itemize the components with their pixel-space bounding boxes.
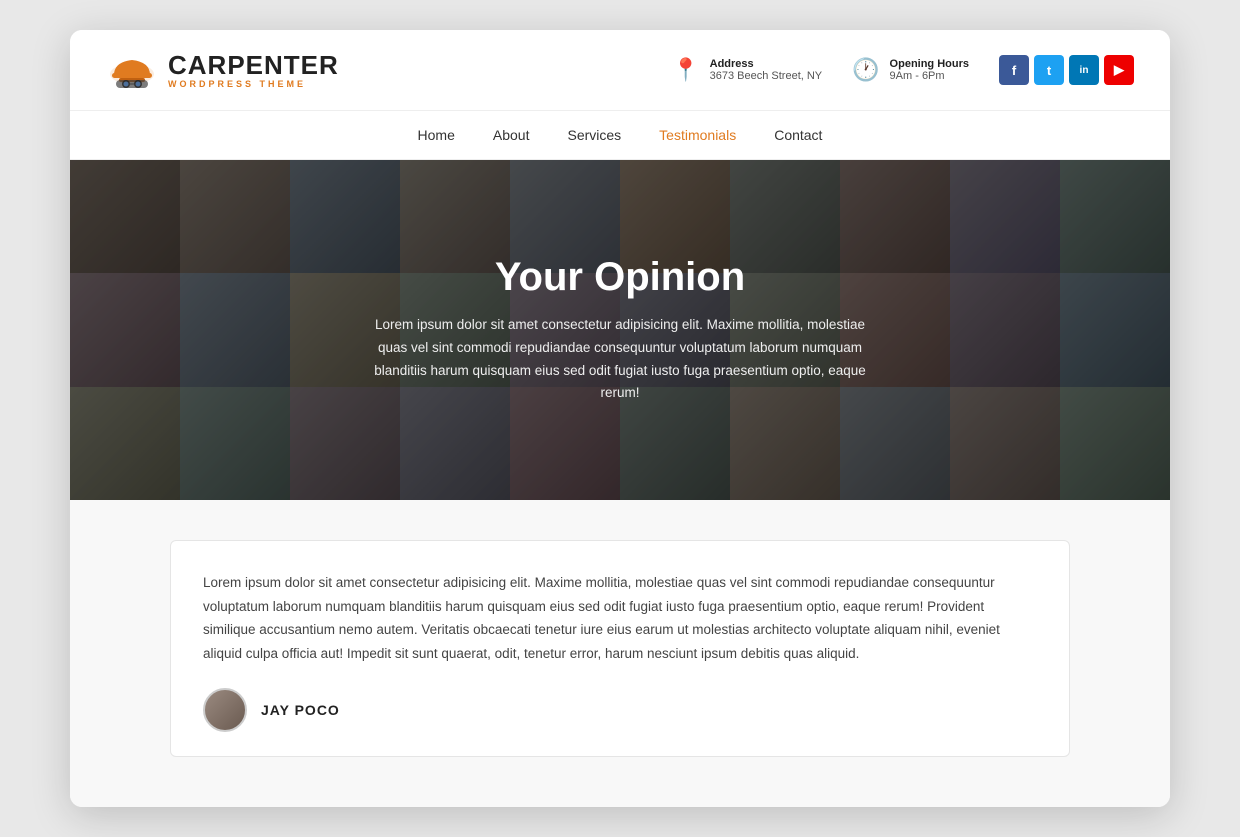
nav-testimonials[interactable]: Testimonials: [659, 127, 736, 143]
hero-section: Your Opinion Lorem ipsum dolor sit amet …: [70, 160, 1170, 500]
header-info: 📍 Address 3673 Beech Street, NY 🕐 Openin…: [672, 55, 1134, 85]
author-name: JAY POCO: [261, 702, 340, 718]
clock-icon: 🕐: [852, 57, 879, 83]
browser-window: CARPENTER WORDPRESS THEME 📍 Address 3673…: [70, 30, 1170, 807]
logo-text: CARPENTER WORDPRESS THEME: [168, 52, 339, 89]
hours-info: 🕐 Opening Hours 9Am - 6Pm: [852, 57, 969, 83]
linkedin-button[interactable]: in: [1069, 55, 1099, 85]
logo-icon: [106, 48, 158, 92]
hours-label: Opening Hours: [890, 58, 969, 70]
address-value: 3673 Beech Street, NY: [710, 70, 823, 82]
logo-name: CARPENTER: [168, 52, 339, 78]
nav-about[interactable]: About: [493, 127, 530, 143]
main-nav: Home About Services Testimonials Contact: [70, 111, 1170, 160]
facebook-button[interactable]: f: [999, 55, 1029, 85]
address-label: Address: [710, 58, 823, 70]
logo-tagline: WORDPRESS THEME: [168, 80, 339, 89]
twitter-button[interactable]: t: [1034, 55, 1064, 85]
author-avatar: [203, 688, 247, 732]
address-info: 📍 Address 3673 Beech Street, NY: [672, 57, 822, 83]
nav-services[interactable]: Services: [567, 127, 621, 143]
hours-value: 9Am - 6Pm: [890, 70, 969, 82]
hours-text: Opening Hours 9Am - 6Pm: [890, 58, 969, 82]
hero-overlay: Your Opinion Lorem ipsum dolor sit amet …: [70, 160, 1170, 500]
youtube-button[interactable]: ▶: [1104, 55, 1134, 85]
location-icon: 📍: [672, 57, 699, 83]
testimonial-section: Lorem ipsum dolor sit amet consectetur a…: [70, 500, 1170, 807]
testimonial-author: JAY POCO: [203, 688, 1037, 732]
hero-description: Lorem ipsum dolor sit amet consectetur a…: [360, 314, 880, 406]
social-links: f t in ▶: [999, 55, 1134, 85]
logo[interactable]: CARPENTER WORDPRESS THEME: [106, 48, 339, 92]
testimonial-card: Lorem ipsum dolor sit amet consectetur a…: [170, 540, 1070, 757]
nav-contact[interactable]: Contact: [774, 127, 822, 143]
site-header: CARPENTER WORDPRESS THEME 📍 Address 3673…: [70, 30, 1170, 111]
testimonial-text: Lorem ipsum dolor sit amet consectetur a…: [203, 571, 1037, 666]
address-text: Address 3673 Beech Street, NY: [710, 58, 823, 82]
nav-home[interactable]: Home: [418, 127, 455, 143]
hero-title: Your Opinion: [495, 255, 745, 300]
